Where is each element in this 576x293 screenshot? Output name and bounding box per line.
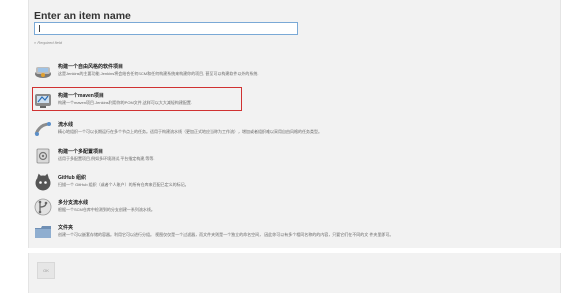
item-description: 精心地组织一个可以长期运行在多个节点上的任务。适用于构建流水线（更加正式地应当称… [58, 129, 322, 134]
item-description: 创建一个可以嵌套存储的容器。利用它可以进行分组。 视图仅仅是一个过滤器，而文件夹… [58, 232, 394, 237]
multibranch-pipeline-icon [34, 198, 52, 216]
pipeline-icon [34, 120, 52, 138]
item-type-pipeline[interactable]: 流水线 精心地组织一个可以长期运行在多个节点上的任务。适用于构建流水线（更加正式… [34, 119, 534, 141]
item-description: 根据一个SCM仓库中检测到的分支创建一系列流水线。 [58, 207, 155, 212]
item-label: 构建一个maven项目 [58, 93, 104, 99]
item-description: 扫描一个 GitHub 组织（或者个人账户）的所有仓库来匹配已定义的标记。 [58, 182, 189, 187]
page-title: Enter an item name [34, 10, 131, 22]
item-label: 文件夹 [58, 225, 74, 231]
item-type-freestyle[interactable]: 构建一个自由风格的软件项目 这是Jenkins的主要功能.Jenkins将会结合… [34, 61, 534, 83]
item-type-multi-config[interactable]: 构建一个多配置项目 适用于多配置项目,例如多环境测试,平台指定构建,等等. [34, 146, 534, 168]
github-org-icon [34, 173, 52, 191]
freestyle-project-icon [34, 62, 52, 80]
item-description: 这是Jenkins的主要功能.Jenkins将会结合任何SCM和任何构建系统来构… [58, 71, 259, 76]
item-type-github-org[interactable]: GitHub 组织 扫描一个 GitHub 组织（或者个人账户）的所有仓库来匹配… [34, 172, 534, 194]
item-description: 适用于多配置项目,例如多环境测试,平台指定构建,等等. [58, 156, 155, 161]
item-description: 构建一个maven项目.Jenkins利用你的POM文件,这样可以大大减轻构建配… [58, 100, 193, 105]
item-label: 流水线 [58, 122, 74, 128]
folder-icon [34, 223, 52, 241]
text-cursor [39, 25, 40, 32]
item-label: 构建一个多配置项目 [58, 149, 104, 155]
item-label: GitHub 组织 [58, 175, 87, 181]
item-label: 多分支流水线 [58, 200, 89, 206]
item-type-multibranch-pipeline[interactable]: 多分支流水线 根据一个SCM仓库中检测到的分支创建一系列流水线。 [34, 197, 534, 219]
item-type-maven[interactable]: 构建一个maven项目 构建一个maven项目.Jenkins利用你的POM文件… [32, 87, 534, 112]
item-name-input[interactable] [34, 22, 298, 35]
item-type-folder[interactable]: 文件夹 创建一个可以嵌套存储的容器。利用它可以进行分组。 视图仅仅是一个过滤器，… [34, 222, 534, 244]
footer-bar [28, 253, 561, 293]
maven-project-icon [34, 91, 52, 109]
multi-config-project-icon [34, 147, 52, 165]
selection-highlight [32, 87, 242, 111]
ok-button[interactable]: OK [37, 262, 55, 279]
item-label: 构建一个自由风格的软件项目 [58, 64, 124, 70]
required-field-hint: » Required field [34, 40, 63, 45]
